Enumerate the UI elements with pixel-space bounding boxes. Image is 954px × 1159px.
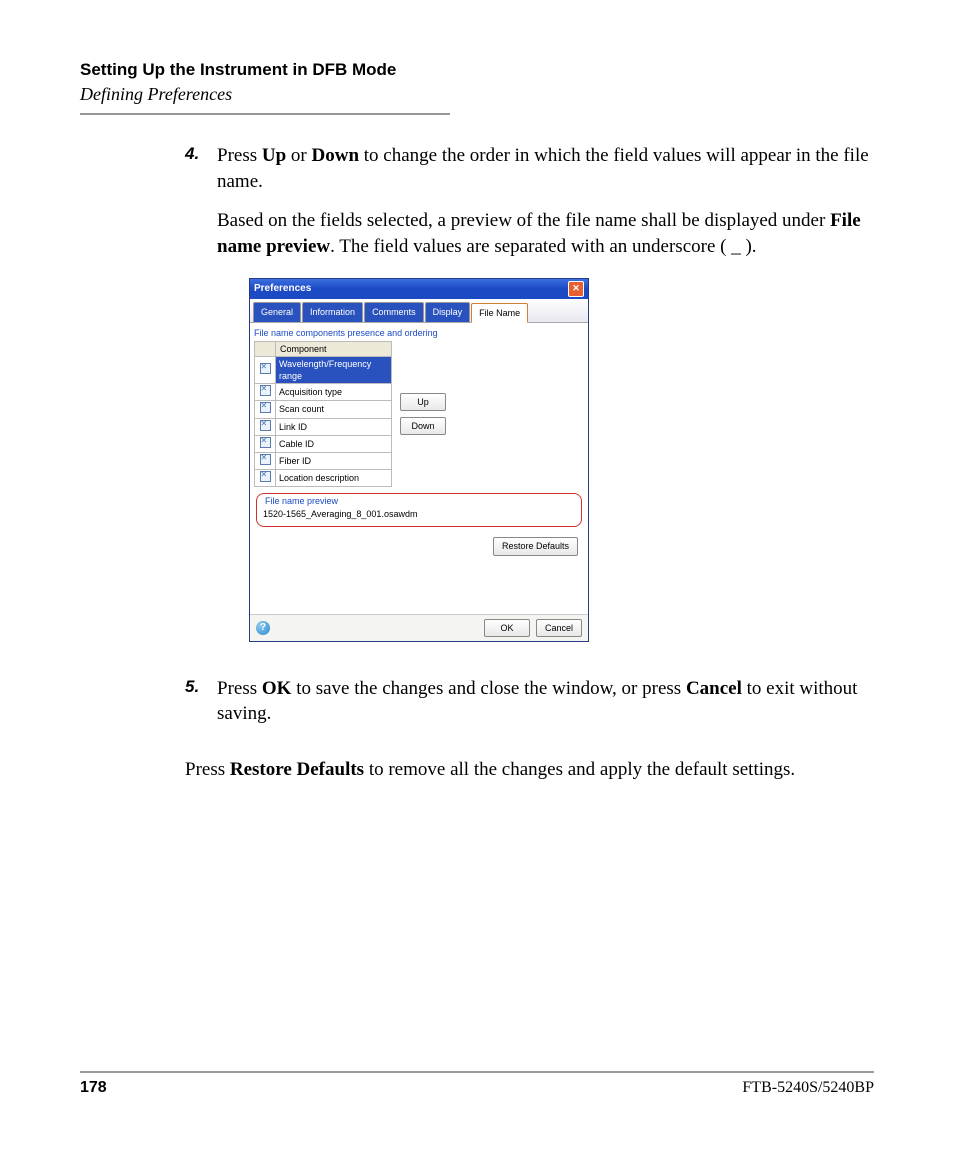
preferences-dialog: Preferences ✕ GeneralInformationComments… [249, 278, 589, 642]
table-row[interactable]: Scan count [255, 401, 392, 418]
checkbox-icon[interactable] [260, 454, 271, 465]
step-5-para: Press OK to save the changes and close t… [217, 676, 874, 727]
panel-label: File name components presence and orderi… [254, 327, 584, 339]
tabstrip: GeneralInformationCommentsDisplayFile Na… [250, 299, 588, 323]
tab-display[interactable]: Display [425, 302, 471, 322]
document-id: FTB-5240S/5240BP [742, 1079, 874, 1097]
cancel-button[interactable]: Cancel [536, 619, 582, 637]
component-label: Link ID [276, 418, 392, 435]
tab-general[interactable]: General [253, 302, 301, 322]
bold-restore: Restore Defaults [230, 759, 364, 780]
column-header: Component [276, 341, 392, 356]
step-number: 5. [185, 676, 217, 741]
dialog-footer: ? OK Cancel [250, 614, 588, 641]
text: to remove all the changes and apply the … [364, 759, 795, 780]
subsection-title: Defining Preferences [80, 84, 874, 105]
table-row[interactable]: Location description [255, 469, 392, 486]
footer-rule [80, 1071, 874, 1073]
table-row[interactable]: Acquisition type [255, 384, 392, 401]
filename-preview-box: File name preview 1520-1565_Averaging_8_… [256, 493, 582, 527]
checkbox-icon[interactable] [260, 420, 271, 431]
bold-down: Down [312, 145, 360, 166]
component-label: Location description [276, 469, 392, 486]
components-table[interactable]: Component Wavelength/Frequency rangeAcqu… [254, 341, 392, 487]
dialog-title: Preferences [254, 282, 311, 296]
table-row[interactable]: Cable ID [255, 435, 392, 452]
component-label: Fiber ID [276, 452, 392, 469]
checkbox-icon[interactable] [260, 437, 271, 448]
tab-file-name[interactable]: File Name [471, 303, 528, 323]
component-label: Acquisition type [276, 384, 392, 401]
help-icon[interactable]: ? [256, 621, 270, 635]
component-label: Scan count [276, 401, 392, 418]
table-row[interactable]: Wavelength/Frequency range [255, 356, 392, 383]
text: . The field values are separated with an… [330, 236, 756, 257]
component-label: Wavelength/Frequency range [276, 356, 392, 383]
post-paragraph: Press Restore Defaults to remove all the… [185, 757, 874, 783]
preview-value: 1520-1565_Averaging_8_001.osawdm [263, 508, 575, 520]
step-4-para-2: Based on the fields selected, a preview … [217, 208, 874, 259]
table-row[interactable]: Fiber ID [255, 452, 392, 469]
text: Press [185, 759, 230, 780]
close-icon[interactable]: ✕ [568, 281, 584, 297]
checkbox-icon[interactable] [260, 363, 271, 374]
checkbox-icon[interactable] [260, 471, 271, 482]
step-4-para-1: Press Up or Down to change the order in … [217, 143, 874, 194]
tab-information[interactable]: Information [302, 302, 363, 322]
checkbox-icon[interactable] [260, 385, 271, 396]
preview-legend: File name preview [263, 495, 340, 507]
bold-ok: OK [262, 678, 292, 699]
text: Press [217, 145, 262, 166]
step-number: 4. [185, 143, 217, 660]
step-5: 5. Press OK to save the changes and clos… [185, 676, 874, 741]
bold-up: Up [262, 145, 286, 166]
header-rule [80, 113, 450, 115]
text: to save the changes and close the window… [291, 678, 686, 699]
up-button[interactable]: Up [400, 393, 446, 411]
titlebar: Preferences ✕ [250, 279, 588, 299]
table-row[interactable]: Link ID [255, 418, 392, 435]
page-number: 178 [80, 1079, 107, 1097]
text: or [286, 145, 311, 166]
text: Press [217, 678, 262, 699]
checkbox-icon[interactable] [260, 402, 271, 413]
bold-cancel: Cancel [686, 678, 742, 699]
step-4: 4. Press Up or Down to change the order … [185, 143, 874, 660]
down-button[interactable]: Down [400, 417, 446, 435]
section-title: Setting Up the Instrument in DFB Mode [80, 60, 874, 80]
text: Based on the fields selected, a preview … [217, 210, 830, 231]
restore-defaults-button[interactable]: Restore Defaults [493, 537, 578, 555]
tab-comments[interactable]: Comments [364, 302, 424, 322]
ok-button[interactable]: OK [484, 619, 530, 637]
component-label: Cable ID [276, 435, 392, 452]
